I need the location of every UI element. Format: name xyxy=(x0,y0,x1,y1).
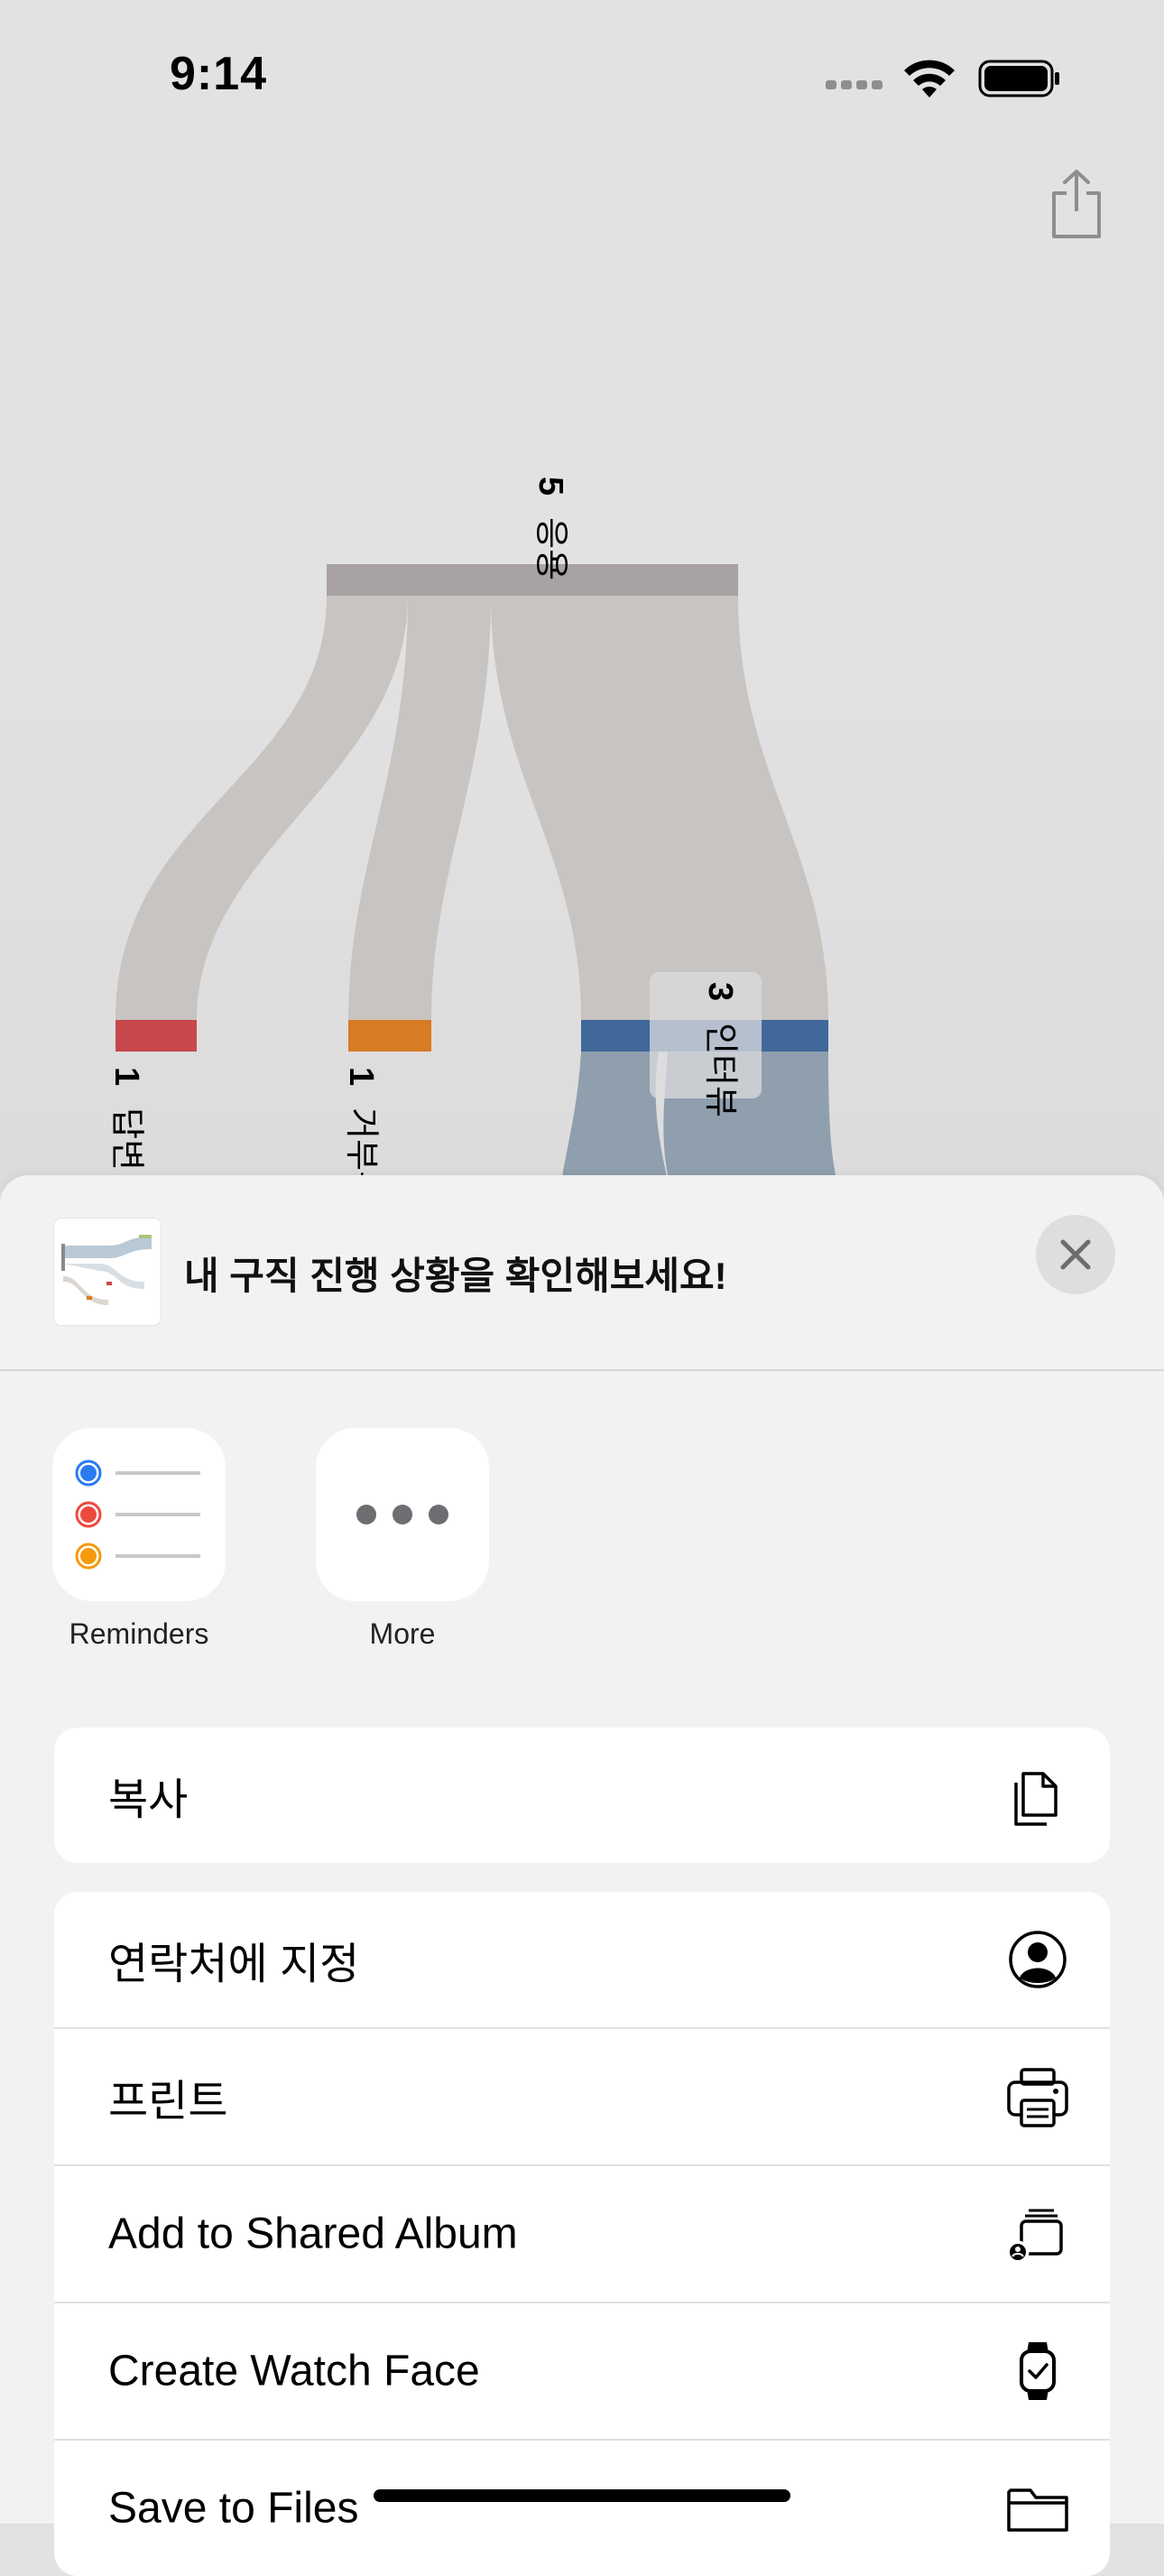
action-label-shared-album: Add to Shared Album xyxy=(108,2210,518,2258)
node-no-answer xyxy=(115,1020,197,1052)
home-indicator[interactable] xyxy=(374,2489,790,2502)
app-label-reminders: Reminders xyxy=(69,1617,209,1650)
sankey-chart xyxy=(115,564,837,1182)
contact-icon xyxy=(1009,1931,1067,1988)
app-more[interactable]: More xyxy=(316,1428,489,1650)
action-label-watch-face: Create Watch Face xyxy=(108,2347,480,2395)
action-copy[interactable]: 복사 xyxy=(54,1728,1110,1863)
reminders-icon xyxy=(52,1428,226,1601)
close-button[interactable] xyxy=(1036,1215,1115,1294)
copy-icon xyxy=(1014,1772,1058,1826)
preview-thumbnail xyxy=(54,1219,161,1325)
share-sheet-header: 내 구직 진행 상황을 확인해보세요! xyxy=(0,1175,1164,1371)
close-icon xyxy=(1060,1239,1091,1270)
share-sheet: 내 구직 진행 상황을 확인해보세요! Reminders More 복사 연락… xyxy=(0,1175,1164,2576)
shared-album-icon xyxy=(1006,2209,1063,2264)
action-label-assign-contact: 연락처에 지정 xyxy=(108,1941,360,1988)
action-group-1: 복사 xyxy=(54,1728,1110,1863)
share-app-row: Reminders More xyxy=(0,1428,1164,1650)
node-rejected xyxy=(348,1020,431,1052)
app-reminders[interactable]: Reminders xyxy=(52,1428,226,1650)
action-shared-album[interactable]: Add to Shared Album xyxy=(54,2166,1110,2303)
node-label-interview: 3인터뷰 xyxy=(701,982,739,1118)
flow-interview xyxy=(491,596,828,1020)
action-label-print: 프린트 xyxy=(108,2078,228,2126)
action-label-copy: 복사 xyxy=(108,1776,189,1824)
printer-icon xyxy=(1007,2068,1068,2127)
action-label-save-files: Save to Files xyxy=(108,2484,359,2533)
action-assign-contact[interactable]: 연락처에 지정 xyxy=(54,1892,1110,2029)
action-save-files[interactable]: Save to Files xyxy=(54,2441,1110,2576)
node-label-applied: 5응용 xyxy=(531,477,569,581)
action-print[interactable]: 프린트 xyxy=(54,2029,1110,2166)
watch-icon xyxy=(1020,2342,1056,2400)
app-label-more: More xyxy=(369,1617,436,1650)
action-watch-face[interactable]: Create Watch Face xyxy=(54,2303,1110,2441)
action-group-2: 연락처에 지정 프린트 Add to Shared Album Create W… xyxy=(54,1892,1110,2576)
folder-icon xyxy=(1007,2488,1068,2532)
share-sheet-title: 내 구직 진행 상황을 확인해보세요! xyxy=(184,1255,727,1297)
more-icon xyxy=(316,1428,489,1601)
